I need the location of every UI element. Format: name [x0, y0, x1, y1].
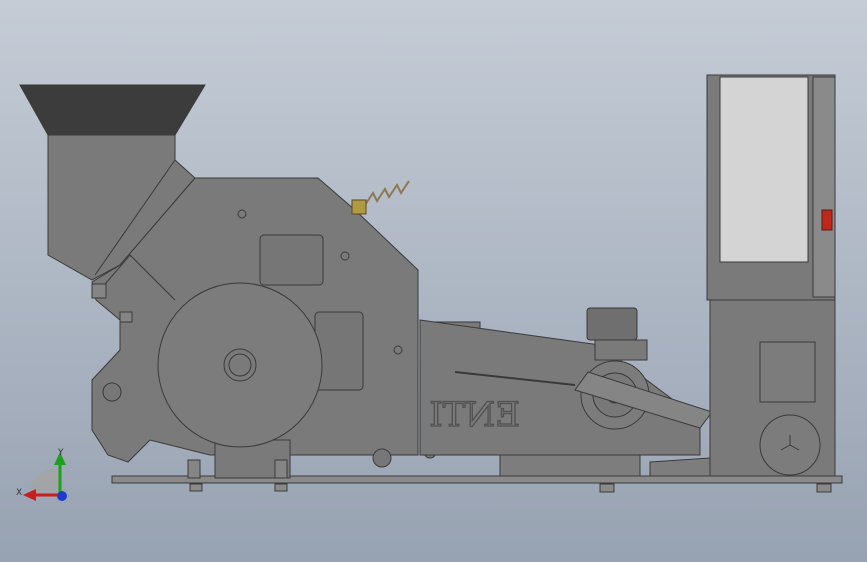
control-cabinet [706, 74, 836, 477]
cad-viewport[interactable]: ENTI Y X [0, 0, 867, 562]
lubrication-pump [586, 307, 648, 361]
y-axis-label: Y [57, 448, 64, 458]
coordinate-triad: Y X [16, 448, 67, 501]
cad-scene: ENTI Y X [16, 74, 843, 501]
cast-lettering: ENTI [429, 395, 520, 435]
x-axis-label: X [16, 488, 22, 498]
